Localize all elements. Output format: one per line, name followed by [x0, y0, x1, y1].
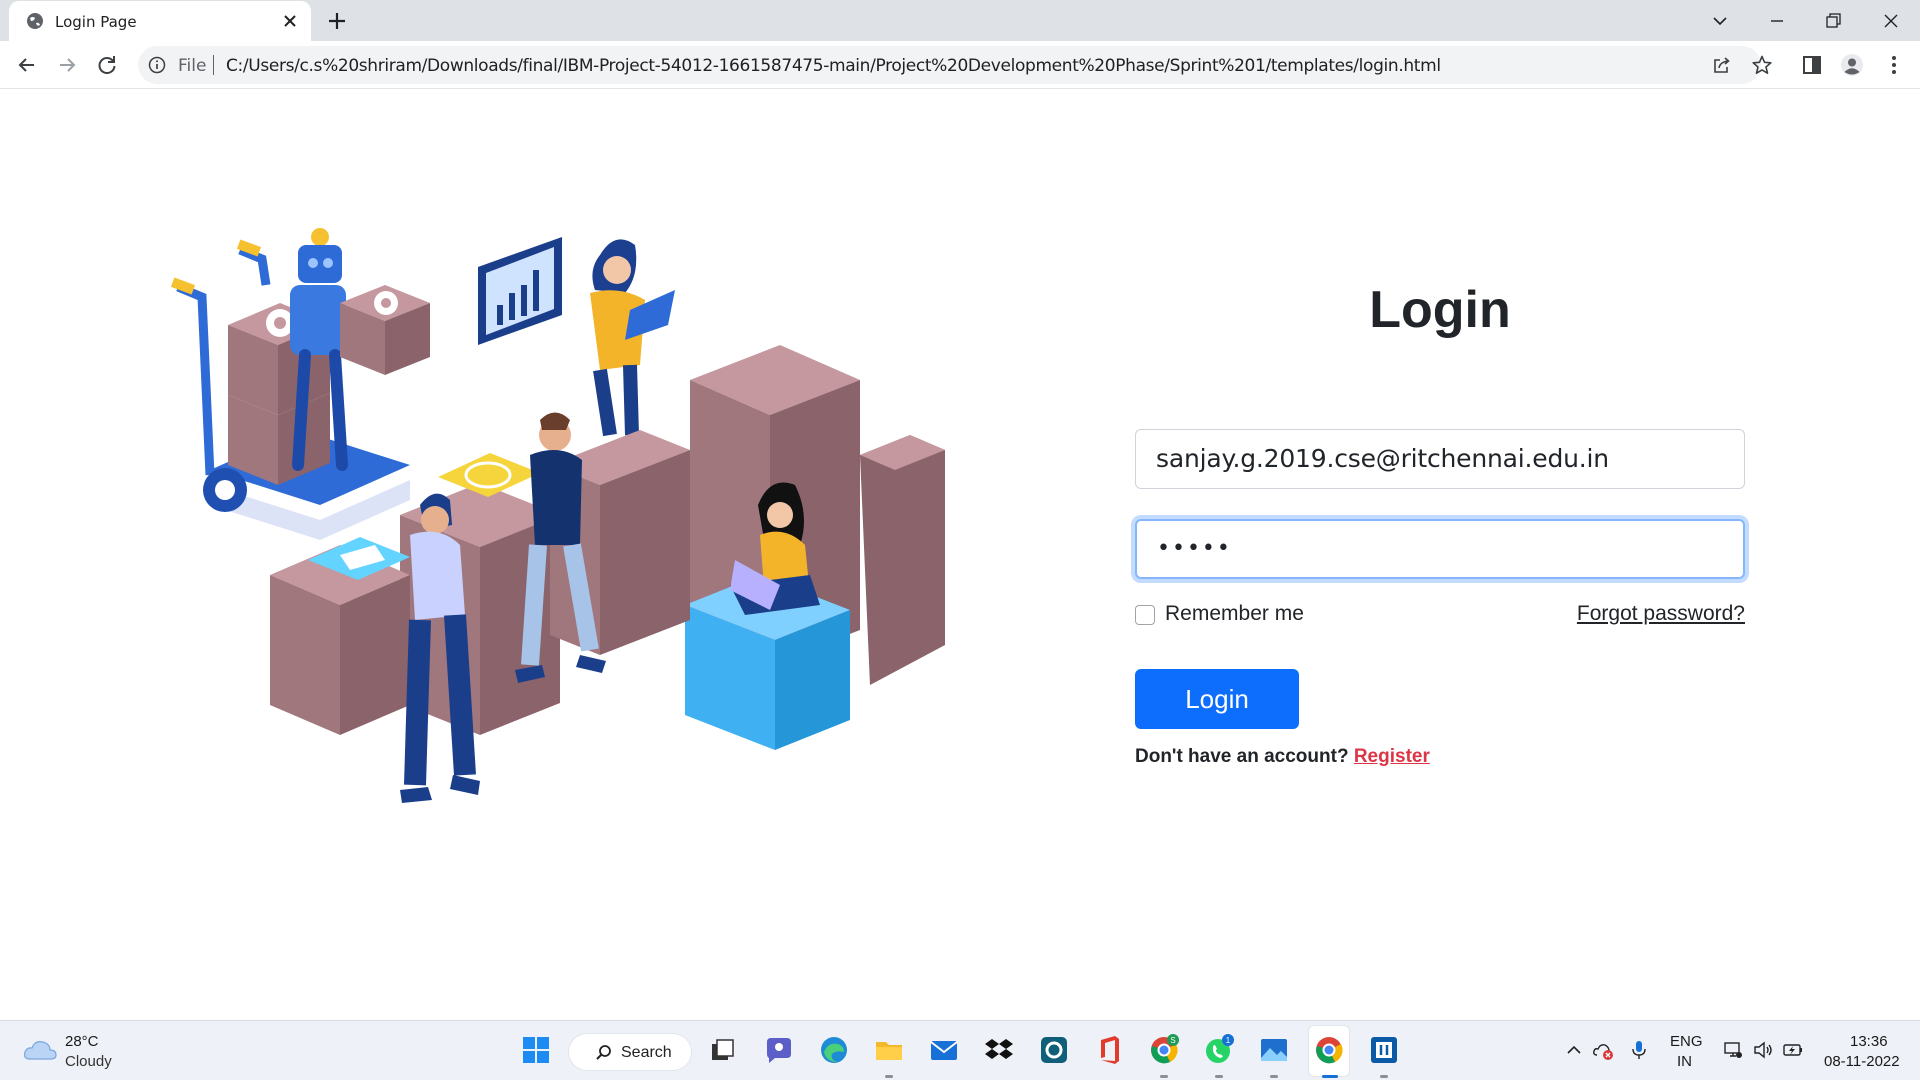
page-title: Login: [1369, 281, 1511, 339]
chrome-badge: S: [1170, 1036, 1175, 1045]
tab-strip: Login Page: [0, 0, 1920, 41]
restore-icon[interactable]: [1818, 6, 1848, 36]
share-icon[interactable]: [1712, 55, 1732, 75]
register-prompt: Don't have an account? Register: [1135, 746, 1430, 768]
tab-login-page[interactable]: Login Page: [9, 1, 311, 41]
chrome-icon[interactable]: [1313, 1034, 1345, 1066]
menu-icon[interactable]: [1882, 53, 1906, 77]
taskbar: 28°C Cloudy Search S 1 ENG IN 13:36 08-1…: [0, 1020, 1920, 1080]
running-indicator: [1215, 1075, 1223, 1078]
chat-icon[interactable]: [763, 1034, 795, 1066]
no-account-text: Don't have an account?: [1135, 746, 1349, 767]
reload-icon[interactable]: [94, 52, 120, 78]
plus-icon[interactable]: [325, 9, 349, 33]
address-bar[interactable]: File C:/Users/c.s%20shriram/Downloads/fi…: [138, 46, 1761, 84]
running-indicator: [1270, 1075, 1278, 1078]
page-content: Login sanjay.g.2019.cse@ritchennai.edu.i…: [0, 90, 1920, 1020]
profile-icon[interactable]: [1840, 53, 1864, 77]
login-button[interactable]: Login: [1135, 669, 1299, 729]
photos-icon[interactable]: [1258, 1034, 1290, 1066]
back-icon[interactable]: [14, 52, 40, 78]
chevron-down-icon[interactable]: [1705, 6, 1735, 36]
windows-start-icon[interactable]: [520, 1034, 552, 1066]
weather-temperature[interactable]: 28°C: [65, 1033, 99, 1050]
network-icon[interactable]: [1722, 1039, 1744, 1061]
star-icon[interactable]: [1751, 54, 1773, 76]
weather-condition[interactable]: Cloudy: [65, 1053, 112, 1070]
chevron-up-icon[interactable]: [1563, 1039, 1585, 1061]
battery-icon[interactable]: [1782, 1039, 1804, 1061]
running-indicator-active: [1322, 1075, 1338, 1078]
info-icon[interactable]: [148, 56, 166, 74]
forgot-password-link[interactable]: Forgot password?: [1560, 602, 1745, 626]
warehouse-illustration: [170, 228, 945, 803]
url-text[interactable]: C:/Users/c.s%20shriram/Downloads/final/I…: [226, 56, 1441, 76]
search-label: Search: [621, 1044, 672, 1061]
register-link[interactable]: Register: [1354, 746, 1430, 767]
task-view-icon[interactable]: [707, 1034, 739, 1066]
remember-me-checkbox[interactable]: [1135, 605, 1155, 625]
browser-toolbar: File C:/Users/c.s%20shriram/Downloads/fi…: [0, 41, 1920, 89]
running-indicator: [1380, 1075, 1388, 1078]
password-field[interactable]: •••••: [1135, 519, 1745, 579]
taskbar-search[interactable]: Search: [568, 1033, 692, 1071]
scheme-label: File: [178, 56, 207, 76]
email-field[interactable]: sanjay.g.2019.cse@ritchennai.edu.in: [1135, 429, 1745, 489]
app-store-icon[interactable]: [1038, 1034, 1070, 1066]
microphone-icon[interactable]: [1628, 1039, 1650, 1061]
scheme-separator: [213, 55, 214, 75]
globe-icon: [27, 13, 43, 29]
whatsapp-icon[interactable]: 1: [1203, 1034, 1235, 1066]
whatsapp-badge: 1: [1226, 1036, 1231, 1045]
edge-icon[interactable]: [818, 1034, 850, 1066]
running-indicator: [1160, 1075, 1168, 1078]
language-indicator[interactable]: ENG: [1670, 1033, 1703, 1050]
close-window-icon[interactable]: [1876, 6, 1906, 36]
volume-icon[interactable]: [1752, 1039, 1774, 1061]
file-explorer-icon[interactable]: [873, 1034, 905, 1066]
language-region[interactable]: IN: [1677, 1053, 1692, 1070]
side-panel-icon[interactable]: [1800, 53, 1824, 77]
weather-cloud-icon[interactable]: [22, 1037, 58, 1063]
clock-time[interactable]: 13:36: [1850, 1033, 1888, 1050]
forward-icon[interactable]: [54, 52, 80, 78]
chrome-profile-icon[interactable]: S: [1148, 1034, 1180, 1066]
office-icon[interactable]: [1093, 1034, 1125, 1066]
running-indicator: [885, 1075, 893, 1078]
close-icon[interactable]: [279, 10, 301, 32]
clock-date[interactable]: 08-11-2022: [1824, 1053, 1900, 1070]
search-icon: [596, 1045, 611, 1060]
mail-icon[interactable]: [928, 1034, 960, 1066]
cloud-sync-icon[interactable]: [1592, 1039, 1614, 1061]
code-editor-icon[interactable]: [1368, 1034, 1400, 1066]
dropbox-icon[interactable]: [983, 1034, 1015, 1066]
remember-me-label[interactable]: Remember me: [1165, 602, 1304, 626]
minimize-icon[interactable]: [1762, 6, 1792, 36]
tab-title: Login Page: [55, 13, 137, 31]
